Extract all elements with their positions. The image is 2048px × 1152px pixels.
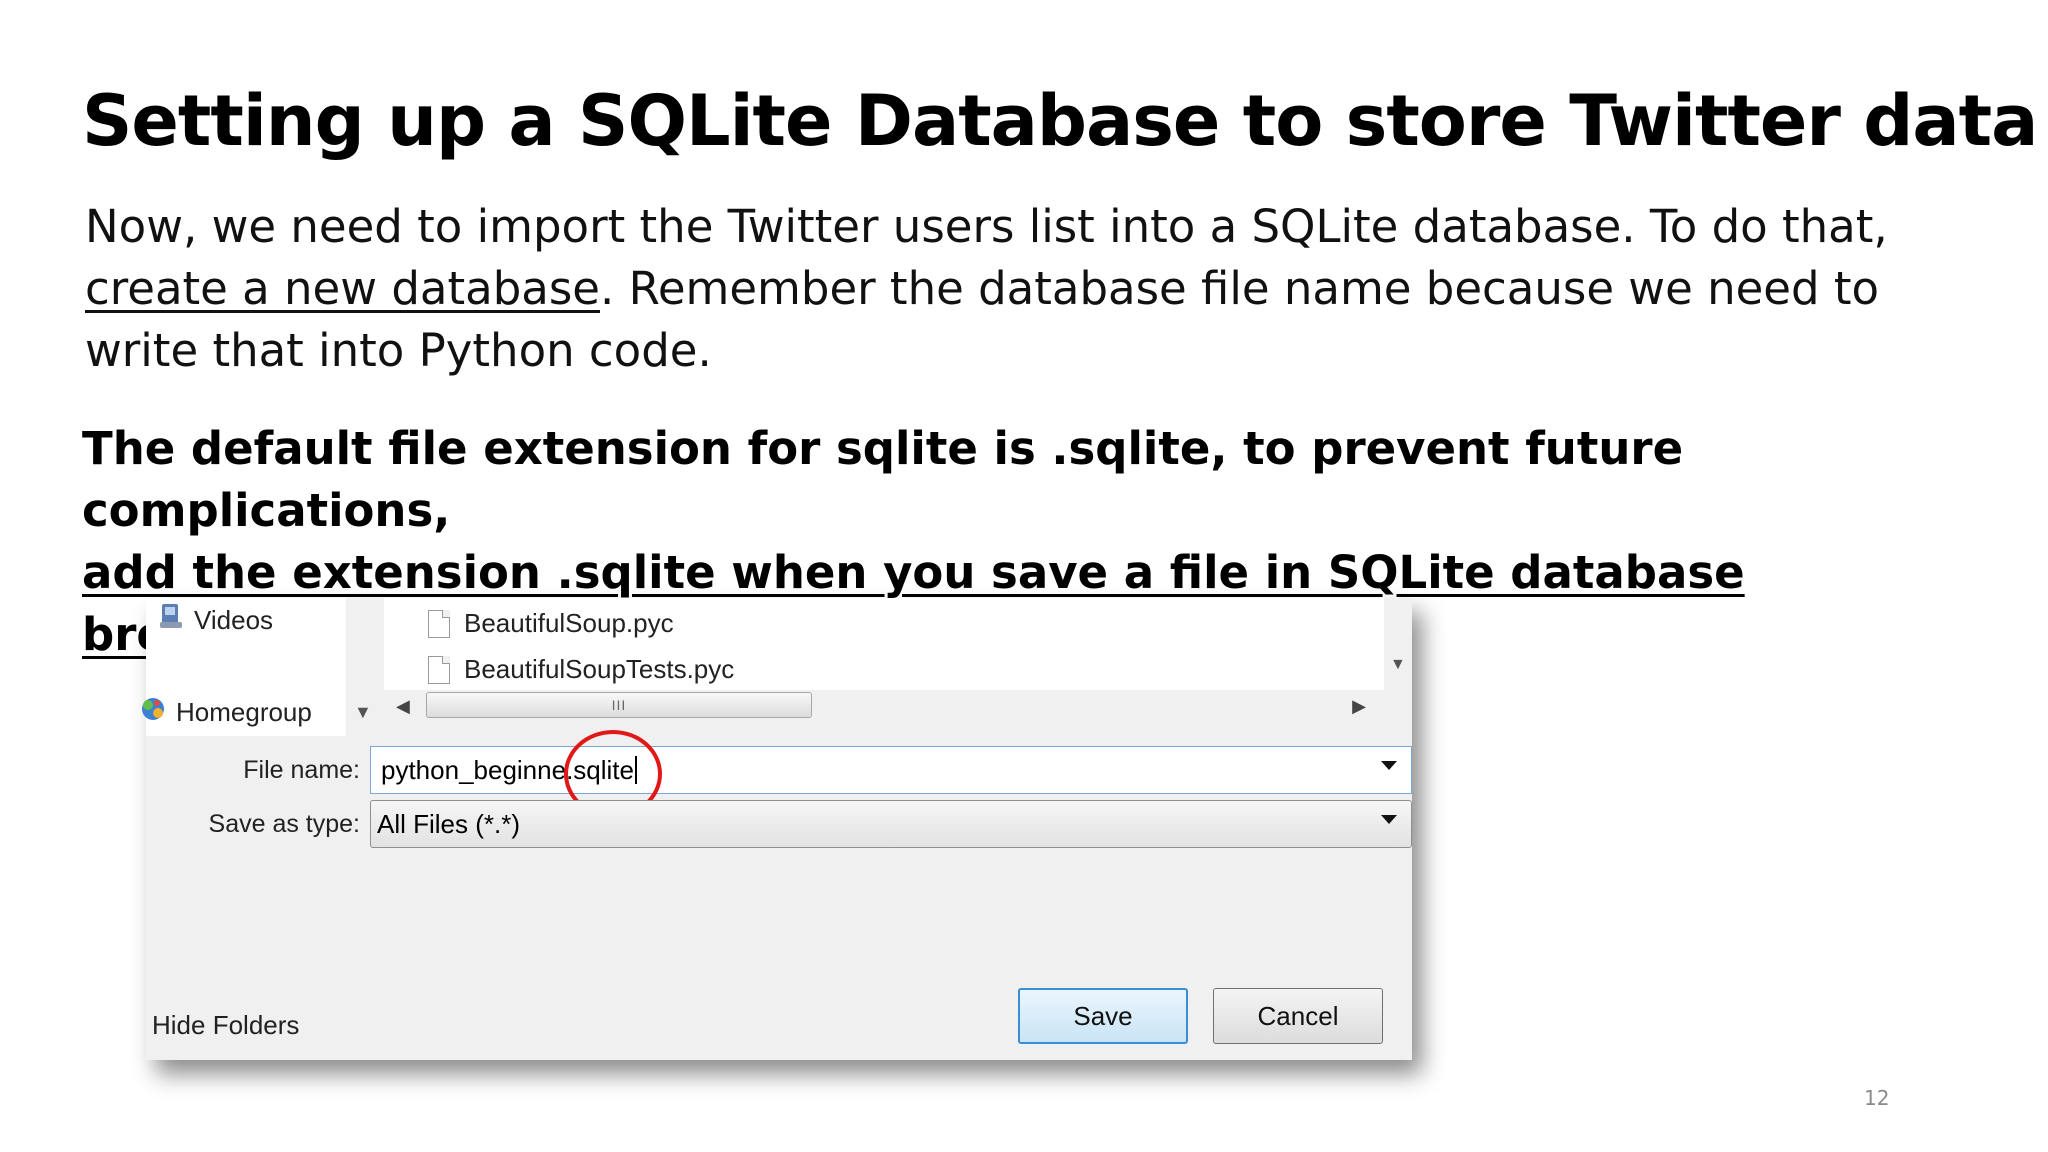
scroll-down-icon[interactable]: ▼ — [354, 702, 372, 723]
document-icon — [428, 655, 450, 684]
file-item[interactable]: BeautifulSoup.pyc — [428, 608, 674, 639]
file-name: BeautifulSoupTests.pyc — [464, 654, 735, 684]
note-line-1: The default file extension for sqlite is… — [82, 422, 1684, 537]
create-database-link[interactable]: create a new database — [85, 262, 600, 315]
file-list-vertical-scrollbar[interactable]: ▼ — [1384, 598, 1412, 690]
file-list: BeautifulSoup.pyc BeautifulSoupTests.pyc — [384, 598, 1384, 690]
nav-item-videos[interactable]: Videos — [156, 602, 273, 639]
chevron-down-icon[interactable] — [1381, 815, 1397, 824]
intro-text-1: Now, we need to import the Twitter users… — [85, 200, 1888, 253]
slide-title: Setting up a SQLite Database to store Tw… — [82, 80, 2038, 162]
save-as-type-value: All Files (*.*) — [377, 808, 521, 839]
scroll-right-icon[interactable]: ▶ — [1352, 696, 1366, 717]
navigation-scrollbar[interactable]: ▼ — [346, 598, 384, 736]
scroll-left-icon[interactable]: ◀ — [396, 696, 410, 717]
nav-item-label: Homegroup — [176, 697, 312, 727]
navigation-pane: Videos Homegroup — [142, 598, 346, 736]
hide-folders-button[interactable]: Hide Folders — [152, 1010, 299, 1041]
file-name: BeautifulSoup.pyc — [464, 608, 674, 638]
file-list-horizontal-scrollbar[interactable]: ◀ III ▶ — [384, 690, 1384, 726]
save-as-type-label: Save as type: — [208, 810, 360, 838]
file-name-input[interactable]: python_beginne .sqlite — [370, 746, 1412, 794]
videos-library-icon — [156, 602, 186, 639]
file-name-prefix: python_beginne — [381, 754, 567, 785]
document-icon — [428, 609, 450, 638]
scroll-down-icon[interactable]: ▼ — [1390, 656, 1406, 674]
save-file-dialog: Videos Homegroup ▼ BeautifulSoup.pyc Bea… — [142, 598, 1412, 1060]
nav-item-homegroup[interactable]: Homegroup — [138, 694, 312, 731]
save-as-type-select[interactable]: All Files (*.*) — [370, 800, 1412, 848]
page-number: 12 — [1864, 1086, 1890, 1110]
file-name-label: File name: — [243, 756, 360, 784]
homegroup-icon — [138, 694, 168, 731]
intro-paragraph: Now, we need to import the Twitter users… — [85, 196, 1905, 382]
save-button[interactable]: Save — [1018, 988, 1188, 1044]
cancel-button[interactable]: Cancel — [1213, 988, 1383, 1044]
chevron-down-icon[interactable] — [1381, 761, 1397, 770]
nav-item-label: Videos — [194, 605, 274, 635]
scrollbar-thumb[interactable]: III — [426, 692, 812, 718]
file-item[interactable]: BeautifulSoupTests.pyc — [428, 654, 734, 685]
